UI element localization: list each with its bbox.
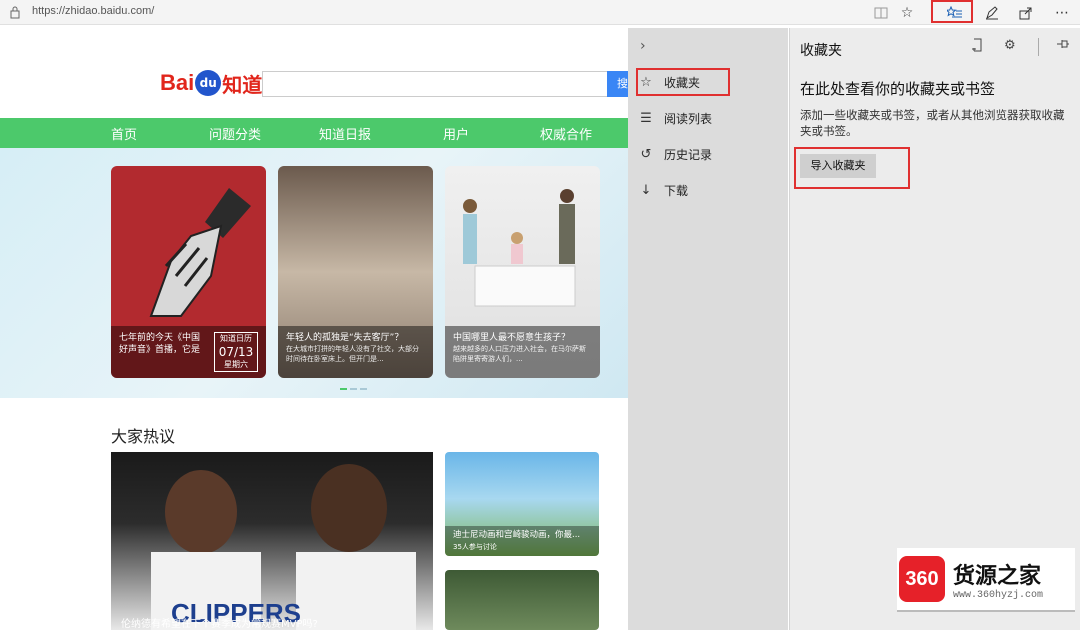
banner: 七年前的今天《中国好声音》首播，它是 知道日历 07/13 星期六 年轻人的孤独… bbox=[0, 148, 630, 398]
hub-item-label: 下载 bbox=[664, 183, 689, 198]
download-icon: ↓ bbox=[640, 182, 652, 198]
hot-topic-caption: 迪士尼动画和宫崎骏动画，你最... 35人参与讨论 bbox=[445, 526, 599, 556]
logo-zhidao: 知道 bbox=[222, 72, 263, 97]
browser-toolbar: https://zhidao.baidu.com/ ☆ ⋯ bbox=[0, 0, 1080, 25]
card-title: 年轻人的孤独是“失去客厅”？ bbox=[286, 333, 404, 343]
history-icon: ↺ bbox=[640, 146, 652, 162]
feature-card[interactable]: 七年前的今天《中国好声音》首播，它是 知道日历 07/13 星期六 bbox=[111, 166, 266, 378]
import-highlight bbox=[794, 147, 910, 189]
date-value: 07/13 bbox=[218, 345, 254, 359]
watermark-name: 货源之家 bbox=[953, 563, 1042, 589]
card-subtitle: 越来越多的人口压力进入社会，在马尔萨斯陷阱里寄寄游人们，... bbox=[453, 345, 586, 363]
card-title: 七年前的今天《中国好声音》首播，它是 bbox=[119, 333, 201, 355]
hot-topic-caption: 伦纳德有希望在下个赛季成为常规赛MVP吗? bbox=[121, 619, 318, 630]
reading-list-icon: ☰ bbox=[640, 110, 652, 126]
address-bar[interactable]: https://zhidao.baidu.com/ bbox=[32, 5, 154, 17]
share-icon[interactable] bbox=[1016, 3, 1036, 22]
hub-item-label: 历史记录 bbox=[664, 147, 713, 162]
nav-item-partners[interactable]: 权威合作 bbox=[540, 124, 592, 143]
date-label: 知道日历 bbox=[220, 334, 252, 343]
hot-topic-title: 迪士尼动画和宫崎骏动画，你最... bbox=[453, 530, 581, 540]
browser-window: https://zhidao.baidu.com/ ☆ ⋯ Bai du 知道 … bbox=[0, 0, 1080, 630]
hub-item-label: 阅读列表 bbox=[664, 111, 713, 126]
date-badge: 知道日历 07/13 星期六 bbox=[214, 332, 258, 372]
family-illustration bbox=[463, 189, 576, 307]
panel-title: 收藏夹 bbox=[800, 43, 842, 59]
hot-topic-card[interactable]: 迪士尼动画和宫崎骏动画，你最... 35人参与讨论 bbox=[445, 452, 599, 556]
section-title: 大家热议 bbox=[111, 427, 176, 446]
paw-icon: du bbox=[195, 70, 222, 96]
card-caption: 中国哪里人最不愿意生孩子？ 越来越多的人口压力进入社会，在马尔萨斯陷阱里寄寄游人… bbox=[445, 326, 600, 378]
microphone-illustration bbox=[149, 188, 251, 317]
hub-button-highlight bbox=[931, 0, 973, 23]
search-button[interactable]: 搜 bbox=[607, 71, 630, 97]
hot-topic-meta: 35人参与讨论 bbox=[453, 543, 497, 551]
add-folder-icon[interactable] bbox=[970, 38, 984, 56]
nav-item-daily[interactable]: 知道日报 bbox=[319, 124, 371, 143]
carousel-dots[interactable] bbox=[340, 388, 370, 391]
empty-state-description: 添加一些收藏夹或书签，或者从其他浏览器获取收藏夹或书签。 bbox=[800, 108, 1065, 138]
empty-state-heading: 在此处查看你的收藏夹或书签 bbox=[800, 80, 996, 98]
gear-icon[interactable]: ⚙ bbox=[1004, 38, 1016, 53]
nav-bar: 首页 问题分类 知道日报 用户 权威合作 bbox=[0, 118, 630, 148]
chevron-right-icon[interactable]: › bbox=[640, 38, 646, 54]
hub-item-reading-list[interactable]: ☰ 阅读列表 bbox=[628, 104, 788, 132]
feature-card[interactable]: 年轻人的孤独是“失去客厅”？ 在大城市打拼的年轻人没有了社交，大部分时间待在卧室… bbox=[278, 166, 433, 378]
more-icon[interactable]: ⋯ bbox=[1052, 3, 1072, 22]
search-input[interactable] bbox=[262, 71, 608, 97]
divider bbox=[1038, 38, 1039, 56]
hub-item-downloads[interactable]: ↓ 下载 bbox=[628, 176, 788, 204]
favorites-highlight bbox=[636, 68, 730, 96]
card-caption: 年轻人的孤独是“失去客厅”？ 在大城市打拼的年轻人没有了社交，大部分时间待在卧室… bbox=[278, 326, 433, 378]
watermark-logo: 360 bbox=[899, 556, 945, 602]
pin-icon[interactable] bbox=[1056, 38, 1070, 54]
reading-view-icon[interactable] bbox=[871, 3, 891, 22]
nav-item-users[interactable]: 用户 bbox=[443, 124, 469, 143]
hub-menu: › ☆ 收藏夹 ☰ 阅读列表 ↺ 历史记录 ↓ 下载 bbox=[628, 28, 788, 630]
logo-bai: Bai bbox=[160, 70, 195, 95]
hub-item-history[interactable]: ↺ 历史记录 bbox=[628, 140, 788, 168]
watermark-site: www.360hyzj.com bbox=[953, 589, 1044, 601]
hot-topic-card[interactable]: CLIPPERS 伦纳德有希望在下个赛季成为常规赛MVP吗? bbox=[111, 452, 433, 630]
nav-item-categories[interactable]: 问题分类 bbox=[209, 124, 261, 143]
hot-topic-card[interactable] bbox=[445, 570, 599, 630]
star-icon[interactable]: ☆ bbox=[897, 3, 917, 22]
card-subtitle: 在大城市打拼的年轻人没有了社交，大部分时间待在卧室床上。但开门是... bbox=[286, 345, 419, 363]
watermark-text: 货源之家 www.360hyzj.com bbox=[953, 558, 1043, 601]
lock-icon bbox=[10, 6, 20, 19]
watermark: 360 货源之家 www.360hyzj.com bbox=[897, 548, 1075, 610]
feature-card[interactable]: 中国哪里人最不愿意生孩子？ 越来越多的人口压力进入社会，在马尔萨斯陷阱里寄寄游人… bbox=[445, 166, 600, 378]
web-page: Bai du 知道 搜 首页 问题分类 知道日报 用户 权威合作 七年前的今天《… bbox=[0, 26, 630, 630]
watermark-rule bbox=[897, 610, 1075, 612]
nav-item-home[interactable]: 首页 bbox=[111, 124, 137, 143]
players-photo: CLIPPERS bbox=[151, 464, 416, 630]
card-title: 中国哪里人最不愿意生孩子？ bbox=[453, 333, 571, 343]
baidu-zhidao-logo[interactable]: Bai du 知道 bbox=[160, 66, 262, 100]
card-caption: 七年前的今天《中国好声音》首播，它是 知道日历 07/13 星期六 bbox=[111, 326, 266, 378]
favorites-panel: 收藏夹 ⚙ 在此处查看你的收藏夹或书签 添加一些收藏夹或书签，或者从其他浏览器获… bbox=[789, 28, 1080, 630]
pen-icon[interactable] bbox=[982, 3, 1002, 22]
weekday: 星期六 bbox=[224, 360, 248, 369]
